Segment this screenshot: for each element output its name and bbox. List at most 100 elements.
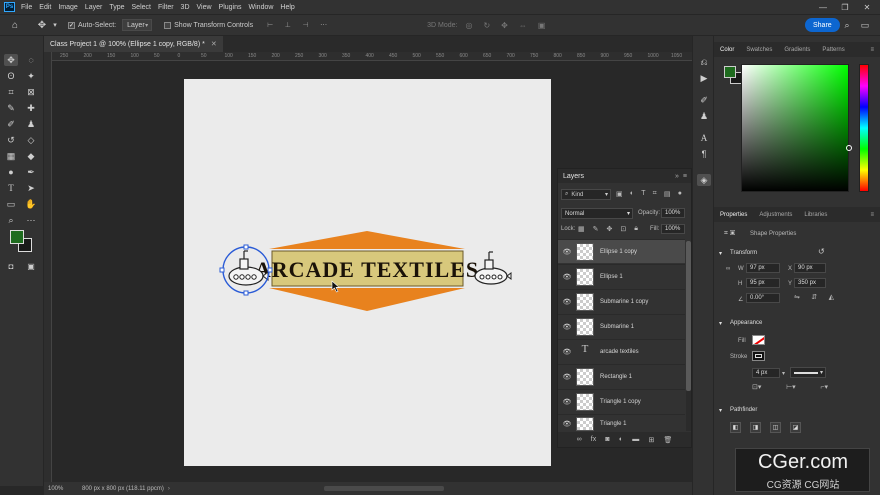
visibility-eye-icon[interactable]: 👁︎ [558,298,576,306]
menu-select[interactable]: Select [132,4,151,11]
visibility-eye-icon[interactable]: 👁︎ [558,373,576,381]
history-icon[interactable]: ⎌ [697,56,711,68]
pen-tool-icon[interactable]: ✒ [24,166,38,178]
stroke-width-field[interactable]: 4 px [752,368,780,378]
search-icon[interactable]: ⌕ [840,18,854,32]
stroke-caps-icon[interactable]: ⊢▾ [786,383,796,391]
flip-vertical-icon[interactable]: ⇵ [811,293,817,301]
chevron-down-icon[interactable]: ▾ [52,18,58,32]
lasso-tool-icon[interactable]: ʘ [4,70,18,82]
scrollbar-thumb[interactable] [686,241,691,391]
maximize-icon[interactable]: ❐ [834,0,856,14]
zoom-tool-icon[interactable]: ⌕ [4,214,18,226]
layer-row-triangle-1[interactable]: 👁︎ Triangle 1 [558,414,685,432]
lock-artboard-icon[interactable]: ⊡ [620,225,626,233]
orange-triangle-bottom[interactable] [269,288,465,311]
filter-toggle-icon[interactable]: ● [678,190,682,200]
distribute-icon[interactable]: ⋯ [320,21,327,29]
layers-scrollbar[interactable] [686,241,691,431]
stroke-swatch[interactable] [752,351,765,361]
magic-wand-icon[interactable]: ✦ [24,70,38,82]
filter-shape-icon[interactable]: ⌗ [653,190,657,200]
transform-handle[interactable] [243,244,249,250]
type-tool-icon[interactable]: T [4,182,18,194]
menu-filter[interactable]: Filter [158,4,174,11]
path-select-icon[interactable]: ➤ [24,182,38,194]
workspace-icon[interactable]: ▭ [858,18,872,32]
character-icon[interactable]: A [697,132,711,144]
show-transform-checkbox[interactable]: Show Transform Controls [164,18,253,32]
align-right-icon[interactable]: ⊣ [302,21,308,29]
lock-all-icon[interactable]: 🔒︎ [634,225,638,233]
close-icon[interactable]: ✕ [856,0,878,14]
x-field[interactable]: 90 px [794,263,826,273]
layer-row-submarine-1[interactable]: 👁︎ Submarine 1 [558,314,685,338]
stroke-type-dropdown[interactable]: ▾ [790,367,826,378]
align-buttons[interactable]: ⊢ ⊥ ⊣ ⋯ [267,18,327,32]
transform-handle[interactable] [219,267,225,273]
flip-horizontal-icon[interactable]: ⇋ [794,293,800,301]
3d-scale-icon[interactable]: ▣ [538,21,546,30]
visibility-eye-icon[interactable]: 👁︎ [558,248,576,256]
visibility-eye-icon[interactable]: 👁︎ [558,348,576,356]
layer-row-arcade-textiles[interactable]: 👁︎ T arcade textiles [558,339,685,363]
gradient-tool-icon[interactable]: ▦ [4,150,18,162]
menu-help[interactable]: Help [280,4,294,11]
3d-pan-icon[interactable]: ✥ [501,21,508,30]
orange-triangle-top[interactable] [269,231,465,249]
3d-roll-icon[interactable]: ↻ [483,21,490,30]
horizontal-scrollbar[interactable] [324,486,444,491]
layer-row-ellipse-1[interactable]: 👁︎ Ellipse 1 [558,264,685,288]
filter-pixel-icon[interactable]: ▣ [616,190,623,200]
menu-plugins[interactable]: Plugins [219,4,242,11]
tab-patterns[interactable]: Patterns [816,47,850,53]
tab-adjustments[interactable]: Adjustments [753,212,798,218]
crop-tool-icon[interactable]: ⌗ [4,86,18,98]
layer-row-triangle-1-copy[interactable]: 👁︎ Triangle 1 copy [558,389,685,413]
healing-brush-icon[interactable]: ✚ [24,102,38,114]
link-layers-icon[interactable]: ∞ [577,436,582,443]
visibility-eye-icon[interactable]: 👁︎ [558,420,576,428]
frame-tool-icon[interactable]: ⊠ [24,86,38,98]
align-center-icon[interactable]: ⊥ [285,21,291,29]
align-left-icon[interactable]: ⊢ [267,21,273,29]
color-foreground-swatch[interactable] [724,66,736,78]
home-icon[interactable]: ⌂ [4,18,26,32]
lock-position-icon[interactable]: ✥ [607,225,613,233]
clone-stamp-icon[interactable]: ♟ [24,118,38,130]
blend-mode-dropdown[interactable]: Normal ▾ [561,208,633,219]
minimize-icon[interactable]: — [812,0,834,14]
layer-filter-dropdown[interactable]: ⌕ Kind ▾ [561,189,611,200]
blur-tool-icon[interactable]: ◆ [24,150,38,162]
3d-mode-tools[interactable]: ◎ ↻ ✥ ⇔ ▣ [465,18,545,32]
tab-gradients[interactable]: Gradients [778,47,816,53]
angle-field[interactable]: 0.00° [746,293,780,303]
3d-orbit-icon[interactable]: ◎ [465,21,472,30]
quick-mask-icon[interactable]: ◘ [4,260,18,272]
hue-slider[interactable] [859,64,869,192]
foreground-color-swatch[interactable] [10,230,24,244]
subtract-shapes-icon[interactable]: ◨ [750,422,761,433]
panel-menu-icon[interactable]: ≡ [864,212,880,218]
panel-menu-icon[interactable]: ≡ [683,173,687,180]
trash-icon[interactable]: 🗑︎ [664,436,673,444]
layers-panel-icon[interactable]: ◈ [697,174,711,186]
lock-pixels-icon[interactable]: ✎ [593,225,599,233]
tab-color[interactable]: Color [714,47,740,53]
document-tab[interactable]: Class Project 1 @ 100% (Ellipse 1 copy, … [44,36,223,52]
appearance-section-toggle[interactable]: ▾ [719,320,722,327]
eyedropper-icon[interactable]: ✎ [4,102,18,114]
layer-row-submarine-1-copy[interactable]: 👁︎ Submarine 1 copy [558,289,685,313]
collapse-icon[interactable]: » [675,173,679,180]
eraser-icon[interactable]: ◇ [24,134,38,146]
marquee-tool-icon[interactable]: ◌ [24,54,38,66]
visibility-eye-icon[interactable]: 👁︎ [558,323,576,331]
lock-transparent-icon[interactable]: ▦ [578,225,585,233]
menu-edit[interactable]: Edit [39,4,51,11]
layer-mask-icon[interactable]: ◙ [605,436,609,443]
history-brush-icon[interactable]: ↺ [4,134,18,146]
tab-libraries[interactable]: Libraries [798,212,833,218]
filter-adjustment-icon[interactable]: ◐ [630,190,634,200]
chevron-down-icon[interactable]: ▾ [782,370,785,377]
stroke-corners-icon[interactable]: ⌐▾ [820,383,828,391]
